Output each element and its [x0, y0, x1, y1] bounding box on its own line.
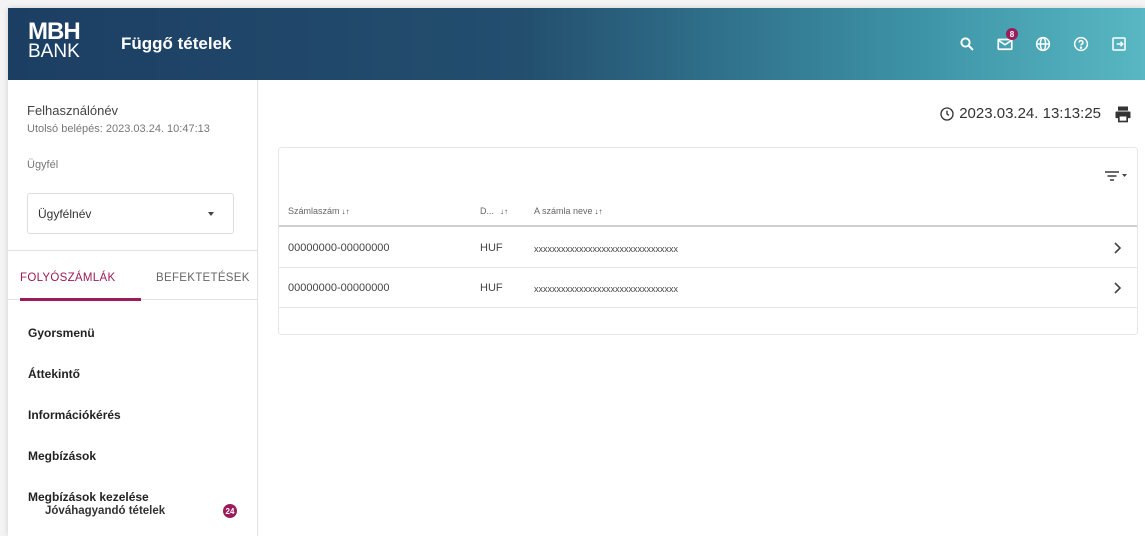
column-header-szamlaszam[interactable]: Számlaszám ↓↑ [288, 206, 350, 216]
user-info: Felhasználónév Utolsó belépés: 2023.03.2… [8, 80, 257, 137]
client-select[interactable]: Ügyfélnév [27, 193, 234, 234]
search-icon[interactable] [951, 28, 983, 60]
client-label: Ügyfél [27, 159, 59, 171]
mail-icon[interactable]: 8 [989, 28, 1021, 60]
last-login: Utolsó belépés: 2023.03.24. 10:47:13 [27, 123, 210, 135]
sidebar-divider [8, 250, 258, 251]
timestamp: 2023.03.24. 13:13:25 [939, 105, 1101, 122]
active-tab-indicator [20, 298, 141, 301]
menu-item-attekinto[interactable]: Áttekintő [28, 367, 149, 408]
column-header-devizanem[interactable]: D... ↓↑ [480, 206, 508, 216]
header-actions: 8 [945, 28, 1135, 60]
cell-currency: HUF [480, 282, 503, 294]
table-row[interactable]: 00000000-00000000 HUF xxxxxxxxxxxxxxxxxx… [279, 228, 1137, 268]
filter-icon[interactable] [1103, 166, 1129, 186]
logo-line-2: BANK [28, 41, 80, 62]
help-icon[interactable] [1065, 28, 1097, 60]
account-tabs: FOLYÓSZÁMLÁK BEFEKTETÉSEK [8, 268, 258, 301]
username: Felhasználónév [27, 103, 119, 118]
pending-count-badge: 24 [223, 504, 237, 518]
submenu-item-jovahagyando[interactable]: Jóváhagyandó tételek [45, 505, 165, 517]
menu-item-informaciokeres[interactable]: Információkérés [28, 408, 149, 449]
column-header-label: A számla neve [534, 206, 593, 216]
sidebar-menu: Gyorsmenü Áttekintő Információkérés Megb… [28, 326, 149, 531]
sort-icon: ↓↑ [341, 207, 350, 216]
mail-badge: 8 [1006, 28, 1018, 40]
globe-icon[interactable] [1027, 28, 1059, 60]
page-title: Függő tételek [121, 34, 232, 53]
app-window: MBH BANK Függő tételek 8 Felhasználónév … [8, 8, 1145, 536]
clock-icon [940, 106, 954, 121]
tab-folyoszamlak[interactable]: FOLYÓSZÁMLÁK [20, 272, 115, 284]
cell-account-number: 00000000-00000000 [288, 242, 390, 254]
column-header-szamla-neve[interactable]: A számla neve ↓↑ [534, 206, 603, 216]
sort-icon: ↓↑ [594, 207, 603, 216]
accounts-table-panel: Számlaszám ↓↑ D... ↓↑ A számla neve ↓↑ 0000… [278, 147, 1138, 335]
caret-down-icon [208, 212, 214, 216]
chevron-right-icon[interactable] [1112, 241, 1122, 255]
chevron-right-icon[interactable] [1112, 281, 1122, 295]
cell-account-name: xxxxxxxxxxxxxxxxxxxxxxxxxxxxxxxx [534, 244, 678, 254]
column-header-label: D... [480, 206, 495, 216]
menu-item-gyorsmenu[interactable]: Gyorsmenü [28, 326, 149, 367]
top-bar: MBH BANK Függő tételek 8 [8, 8, 1145, 80]
table-header: Számlaszám ↓↑ D... ↓↑ A számla neve ↓↑ [279, 198, 1137, 227]
logout-icon[interactable] [1103, 28, 1135, 60]
print-icon[interactable] [1113, 104, 1133, 124]
timestamp-text: 2023.03.24. 13:13:25 [959, 105, 1101, 122]
tab-befektetesek[interactable]: BEFEKTETÉSEK [156, 272, 250, 284]
sort-icon: ↓↑ [500, 207, 509, 216]
sidebar: Felhasználónév Utolsó belépés: 2023.03.2… [8, 80, 258, 536]
cell-account-name: xxxxxxxxxxxxxxxxxxxxxxxxxxxxxxxx [534, 284, 678, 294]
main-content: 2023.03.24. 13:13:25 Számlaszám ↓↑ D... ↓↑ [259, 80, 1145, 536]
menu-item-megbizasok[interactable]: Megbízások [28, 449, 149, 490]
bank-logo[interactable]: MBH BANK [28, 20, 81, 62]
client-select-value: Ügyfélnév [38, 207, 92, 221]
column-header-label: Számlaszám [288, 206, 340, 216]
table-row[interactable]: 00000000-00000000 HUF xxxxxxxxxxxxxxxxxx… [279, 268, 1137, 308]
cell-account-number: 00000000-00000000 [288, 282, 390, 294]
cell-currency: HUF [480, 242, 503, 254]
